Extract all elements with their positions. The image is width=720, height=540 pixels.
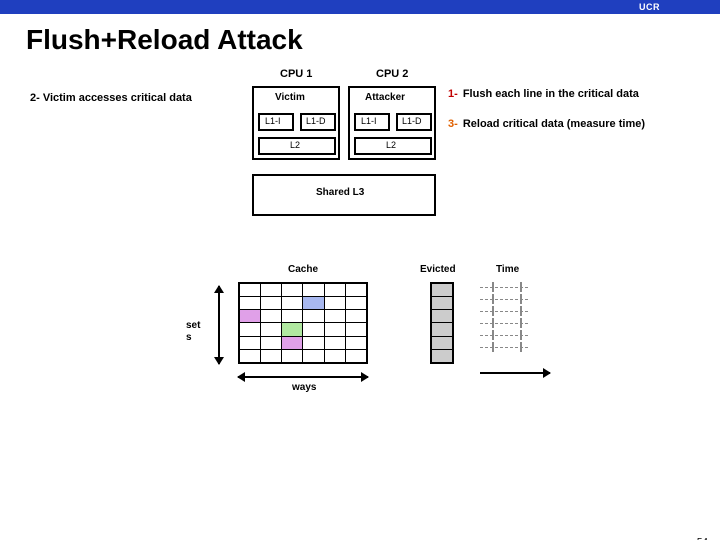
sets-label-a: set	[186, 320, 200, 331]
cpu1-l2-label: L2	[290, 140, 300, 150]
timeline-row	[480, 282, 540, 294]
timeline-row	[480, 306, 540, 318]
diagram-stage: CPU 1 CPU 2 Victim L1-I L1-D L2 Attacker…	[0, 64, 720, 540]
cache-cell	[345, 336, 366, 349]
step-1-num: 1-	[448, 88, 458, 100]
cache-cell	[282, 284, 303, 297]
cache-cell	[345, 349, 366, 362]
shared-l3-label: Shared L3	[316, 187, 364, 198]
evicted-cell	[432, 336, 453, 349]
cache-cell	[240, 336, 261, 349]
timeline-row	[480, 294, 540, 306]
cpu2-l1i-label: L1-I	[361, 116, 377, 126]
cache-cell	[345, 297, 366, 310]
cache-cell	[324, 349, 345, 362]
cache-cell	[240, 323, 261, 336]
cache-cell	[282, 297, 303, 310]
cache-cell	[261, 310, 282, 323]
evicted-cell	[432, 284, 453, 297]
ways-label: ways	[292, 382, 316, 393]
cache-cell	[240, 284, 261, 297]
cache-cell	[303, 284, 324, 297]
ways-axis-arrow	[238, 376, 368, 378]
cache-cell	[303, 349, 324, 362]
timeline-row	[480, 330, 540, 342]
cache-cell	[345, 310, 366, 323]
cpu1-l1d-label: L1-D	[306, 116, 326, 126]
cache-cell	[282, 323, 303, 336]
timeline-row	[480, 318, 540, 330]
cache-cell	[324, 310, 345, 323]
time-axis-arrow	[480, 372, 550, 374]
time-label: Time	[496, 264, 519, 275]
cache-cell	[261, 336, 282, 349]
step-3: 3- Reload critical data (measure time)	[448, 118, 708, 130]
cache-cell	[303, 336, 324, 349]
evicted-label: Evicted	[420, 264, 456, 275]
cache-cell	[303, 310, 324, 323]
cache-cell	[324, 297, 345, 310]
sets-label-b: s	[186, 332, 192, 343]
cache-cell	[303, 323, 324, 336]
cache-cell	[282, 349, 303, 362]
evicted-cell	[432, 310, 453, 323]
cache-cell	[282, 310, 303, 323]
cache-label: Cache	[288, 264, 318, 275]
cache-cell	[345, 284, 366, 297]
cache-cell	[261, 284, 282, 297]
cache-cell	[282, 336, 303, 349]
cache-grid	[238, 282, 368, 364]
evicted-cell	[432, 323, 453, 336]
cpu2-header: CPU 2	[376, 68, 408, 80]
cache-cell	[324, 323, 345, 336]
page-title: Flush+Reload Attack	[26, 24, 720, 56]
top-banner: UCR	[0, 0, 720, 14]
victim-label: Victim	[275, 92, 305, 103]
cache-cell	[261, 297, 282, 310]
evicted-cell	[432, 349, 453, 362]
cache-cell	[324, 336, 345, 349]
cpu2-l2-label: L2	[386, 140, 396, 150]
cache-cell	[261, 349, 282, 362]
banner-label: UCR	[639, 2, 660, 12]
cache-cell	[324, 284, 345, 297]
step-1: 1- Flush each line in the critical data	[448, 88, 688, 100]
cpu2-l1d-label: L1-D	[402, 116, 422, 126]
step-2: 2- Victim accesses critical data	[30, 92, 192, 104]
step-3-num: 3-	[448, 118, 458, 130]
cache-cell	[303, 297, 324, 310]
cpu1-header: CPU 1	[280, 68, 312, 80]
cache-cell	[240, 310, 261, 323]
timeline-column	[480, 282, 540, 354]
cache-cell	[345, 323, 366, 336]
timeline-row	[480, 342, 540, 354]
cache-cell	[240, 349, 261, 362]
cache-cell	[240, 297, 261, 310]
step-1-text: Flush each line in the critical data	[460, 88, 639, 100]
evicted-column	[430, 282, 454, 364]
sets-axis-arrow	[218, 286, 220, 364]
cpu1-l1i-label: L1-I	[265, 116, 281, 126]
cache-cell	[261, 323, 282, 336]
attacker-label: Attacker	[365, 92, 405, 103]
step-3-text: Reload critical data (measure time)	[460, 118, 645, 130]
evicted-cell	[432, 297, 453, 310]
